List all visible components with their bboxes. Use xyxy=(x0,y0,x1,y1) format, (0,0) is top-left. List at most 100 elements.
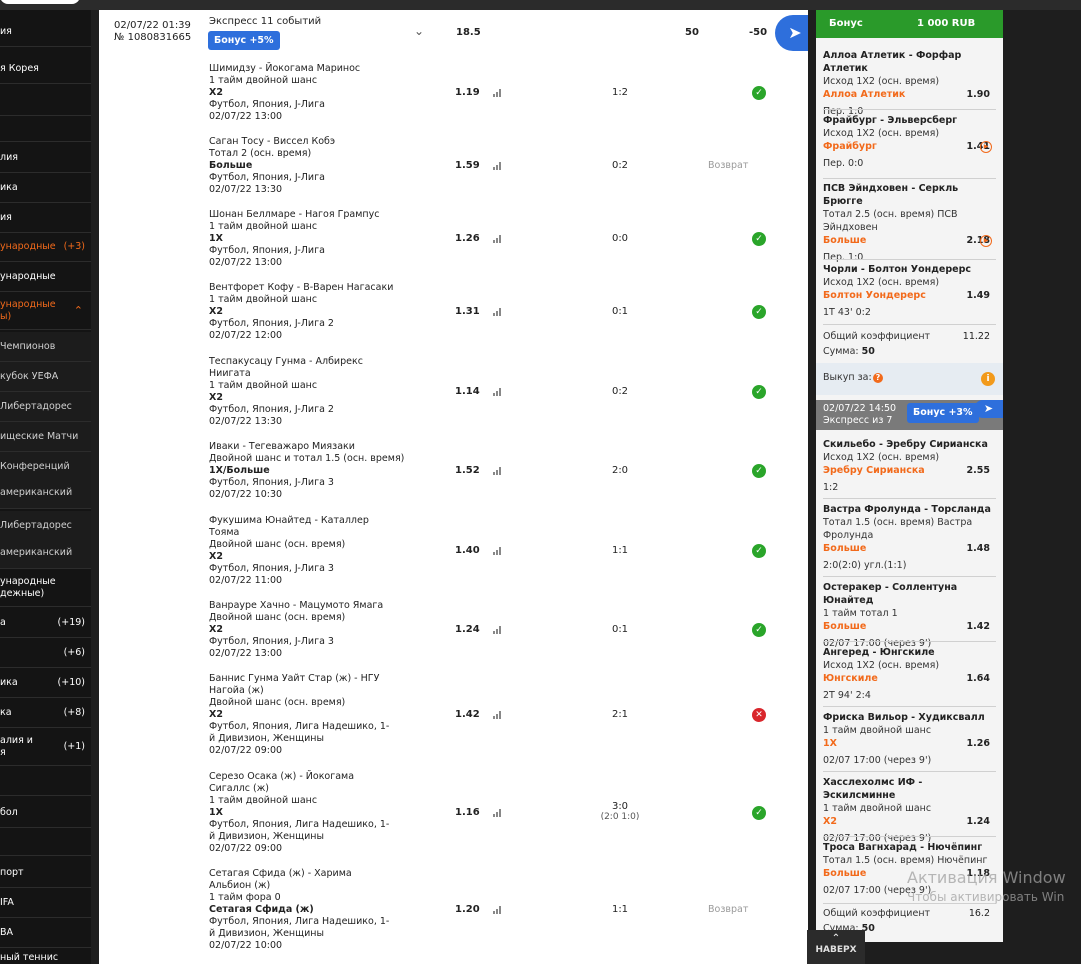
chevron-up-icon[interactable]: ⌃ xyxy=(74,305,83,317)
event-odd: 1.20 xyxy=(455,904,480,915)
bonus-label: Бонус xyxy=(829,18,863,29)
event-league: Футбол, Япония, J-Лига 3 xyxy=(209,563,334,574)
event-score-value: 1:1 xyxy=(611,545,629,556)
sidebar-item[interactable]: ународные (+3) xyxy=(0,232,91,262)
sum-row-1: Сумма: 50 xyxy=(823,345,996,358)
event-match-name: Иваки - Тегеважаро Миязаки xyxy=(209,441,355,452)
event-match-name: Шонан Беллмаре - Нагоя Грампус xyxy=(209,209,380,220)
event-score-value: 1:2 xyxy=(611,87,629,98)
sidebar-item[interactable] xyxy=(0,766,91,796)
betslip-event[interactable]: Чорли - Болтон Уондерерс Исход 1X2 (осн. … xyxy=(823,263,996,319)
sidebar-item-label: BA xyxy=(0,927,14,938)
event-market: 1 тайм фора 0 xyxy=(209,892,281,903)
sidebar-item[interactable]: ный теннис xyxy=(0,948,91,964)
sidebar-item-label: Конференций xyxy=(0,461,70,472)
sidebar-item[interactable]: ународные xyxy=(0,262,91,292)
sidebar-item[interactable]: ународные дежные) xyxy=(0,569,91,607)
check-circle-icon: ✓ xyxy=(752,544,766,558)
sidebar-item[interactable]: Чемпионов xyxy=(0,332,91,362)
sidebar-item[interactable]: американский xyxy=(0,537,91,569)
chevron-down-icon[interactable]: ⌄ xyxy=(414,24,424,38)
slip2-title: Экспресс из 7 xyxy=(823,415,893,426)
live-play-icon[interactable]: ▶ xyxy=(980,141,992,153)
betslip-event[interactable]: Остеракер - Соллентуна Юнайтед 1 тайм тот… xyxy=(823,581,996,650)
slip2-datetime: 02/07/22 14:50 xyxy=(823,403,897,414)
sidebar-item[interactable]: (+6) xyxy=(0,638,91,668)
sidebar-item[interactable]: ународные ы) ⌃ xyxy=(0,292,91,330)
bet-header-row[interactable]: 02/07/22 01:39 № 1080831665 Экспресс 11 … xyxy=(99,10,808,60)
sidebar-item[interactable]: ия xyxy=(0,203,91,233)
betslip-event[interactable]: Фриска Вильор - Худиксвалл 1 тайм двойной… xyxy=(823,711,996,767)
cashout-label: Выкуп за: xyxy=(823,372,872,383)
stats-icon[interactable] xyxy=(493,711,502,719)
help-icon[interactable]: ? xyxy=(873,373,883,383)
share-icon[interactable]: ➤ xyxy=(775,15,808,51)
betslip-event[interactable]: Вастра Фролунда - Торсланда Тотал 1.5 (ос… xyxy=(823,503,996,572)
event-details: Шонан Беллмаре - Нагоя Грампус 1 тайм дво… xyxy=(209,209,409,269)
betslip-event[interactable]: Скильебо - Эребру Сирианска Исход 1X2 (ос… xyxy=(823,438,996,494)
betslip-event[interactable]: Хасслехолмс ИФ - Эскилсминне 1 тайм двойн… xyxy=(823,776,996,845)
divider xyxy=(823,771,996,772)
sidebar-item[interactable] xyxy=(0,118,91,142)
stats-icon[interactable] xyxy=(493,162,502,170)
sidebar-item[interactable]: лия xyxy=(0,143,91,173)
sidebar-item[interactable]: американский xyxy=(0,477,91,509)
event-league: Футбол, Япония, J-Лига 3 xyxy=(209,477,334,488)
sidebar-item-label: ународные xyxy=(0,271,56,282)
slip-event-name: Аллоа Атлетик - Форфар Атлетик xyxy=(823,50,962,74)
sidebar-item[interactable]: кубок УЕФА xyxy=(0,362,91,392)
sidebar-item[interactable]: ика (+10) xyxy=(0,668,91,698)
sidebar-item[interactable]: я Корея xyxy=(0,54,91,84)
betslip-event[interactable]: Ангеред - Юнгскиле Исход 1X2 (осн. время)… xyxy=(823,646,996,702)
event-market: Двойной шанс и тотал 1.5 (осн. время) xyxy=(209,453,405,464)
slip-event-name: ПСВ Эйндховен - Серкль Брюгге xyxy=(823,183,959,207)
slip-event-odd: 1.48 xyxy=(966,543,990,554)
slip-event-state-text: 1Т 43' 0:2 xyxy=(823,307,871,318)
stats-icon[interactable] xyxy=(493,235,502,243)
sidebar-item[interactable]: алия и я (+1) xyxy=(0,728,91,766)
stats-icon[interactable] xyxy=(493,906,502,914)
stats-icon[interactable] xyxy=(493,308,502,316)
event-match-name: Саган Тосу - Виссел Кобэ xyxy=(209,136,336,147)
stats-icon[interactable] xyxy=(493,89,502,97)
slip2-share-icon[interactable]: ➤ xyxy=(974,400,1003,418)
event-score-value: 0:1 xyxy=(611,306,629,317)
sidebar-item[interactable]: порт xyxy=(0,858,91,888)
live-play-icon[interactable]: ▶ xyxy=(980,235,992,247)
event-date: 02/07/22 09:00 xyxy=(209,843,283,854)
info-icon[interactable]: i xyxy=(981,372,995,386)
event-score: 0:2 xyxy=(569,160,671,171)
slip-event-state: 2:0(2:0) угл.(1:1) xyxy=(823,559,996,572)
bonus-header[interactable]: Бонус 1 000 RUB xyxy=(816,10,1003,38)
sidebar-item[interactable]: ищеские Матчи xyxy=(0,422,91,452)
betslip-event[interactable]: ПСВ Эйндховен - Серкль Брюгге Тотал 2.5 (… xyxy=(823,182,996,264)
betslip-event[interactable]: Фрайбург - Эльверсберг Исход 1X2 (осн. вр… xyxy=(823,114,996,170)
stats-icon[interactable] xyxy=(493,626,502,634)
event-score: 2:0 xyxy=(569,465,671,476)
sidebar-item-count: (+19) xyxy=(57,617,85,628)
back-to-top-button[interactable]: ⌃ НАВЕРХ xyxy=(807,930,865,964)
slip-event-state-text: 1:2 xyxy=(823,482,839,493)
event-league: Футбол, Япония, J-Лига xyxy=(209,99,325,110)
total-odd-row-1: Общий коэффициент 11.22 xyxy=(823,330,996,343)
sidebar-item[interactable]: ия xyxy=(0,17,91,47)
slip-event-pick: Эребру Сирианска xyxy=(823,465,925,476)
sidebar-item[interactable]: Либертадорес xyxy=(0,392,91,422)
sidebar-item[interactable]: бол xyxy=(0,798,91,828)
slip-event-odd: 2.55 xyxy=(966,465,990,476)
sidebar-item[interactable] xyxy=(0,832,91,856)
betslip-event[interactable]: Аллоа Атлетик - Форфар Атлетик Исход 1X2 … xyxy=(823,49,996,118)
stats-icon[interactable] xyxy=(493,467,502,475)
event-pick: 1X/Больше xyxy=(209,465,270,476)
total-odd-label: Общий коэффициент xyxy=(823,331,931,342)
sidebar-item[interactable]: ка (+8) xyxy=(0,698,91,728)
sidebar-item[interactable]: BA xyxy=(0,918,91,948)
sidebar-item[interactable]: ика xyxy=(0,173,91,203)
stats-icon[interactable] xyxy=(493,809,502,817)
sidebar-item[interactable]: IFA xyxy=(0,888,91,918)
stats-icon[interactable] xyxy=(493,388,502,396)
sidebar-item[interactable] xyxy=(0,90,91,116)
sidebar-item[interactable]: а (+19) xyxy=(0,608,91,638)
stats-icon[interactable] xyxy=(493,547,502,555)
event-score: 0:0 xyxy=(569,233,671,244)
